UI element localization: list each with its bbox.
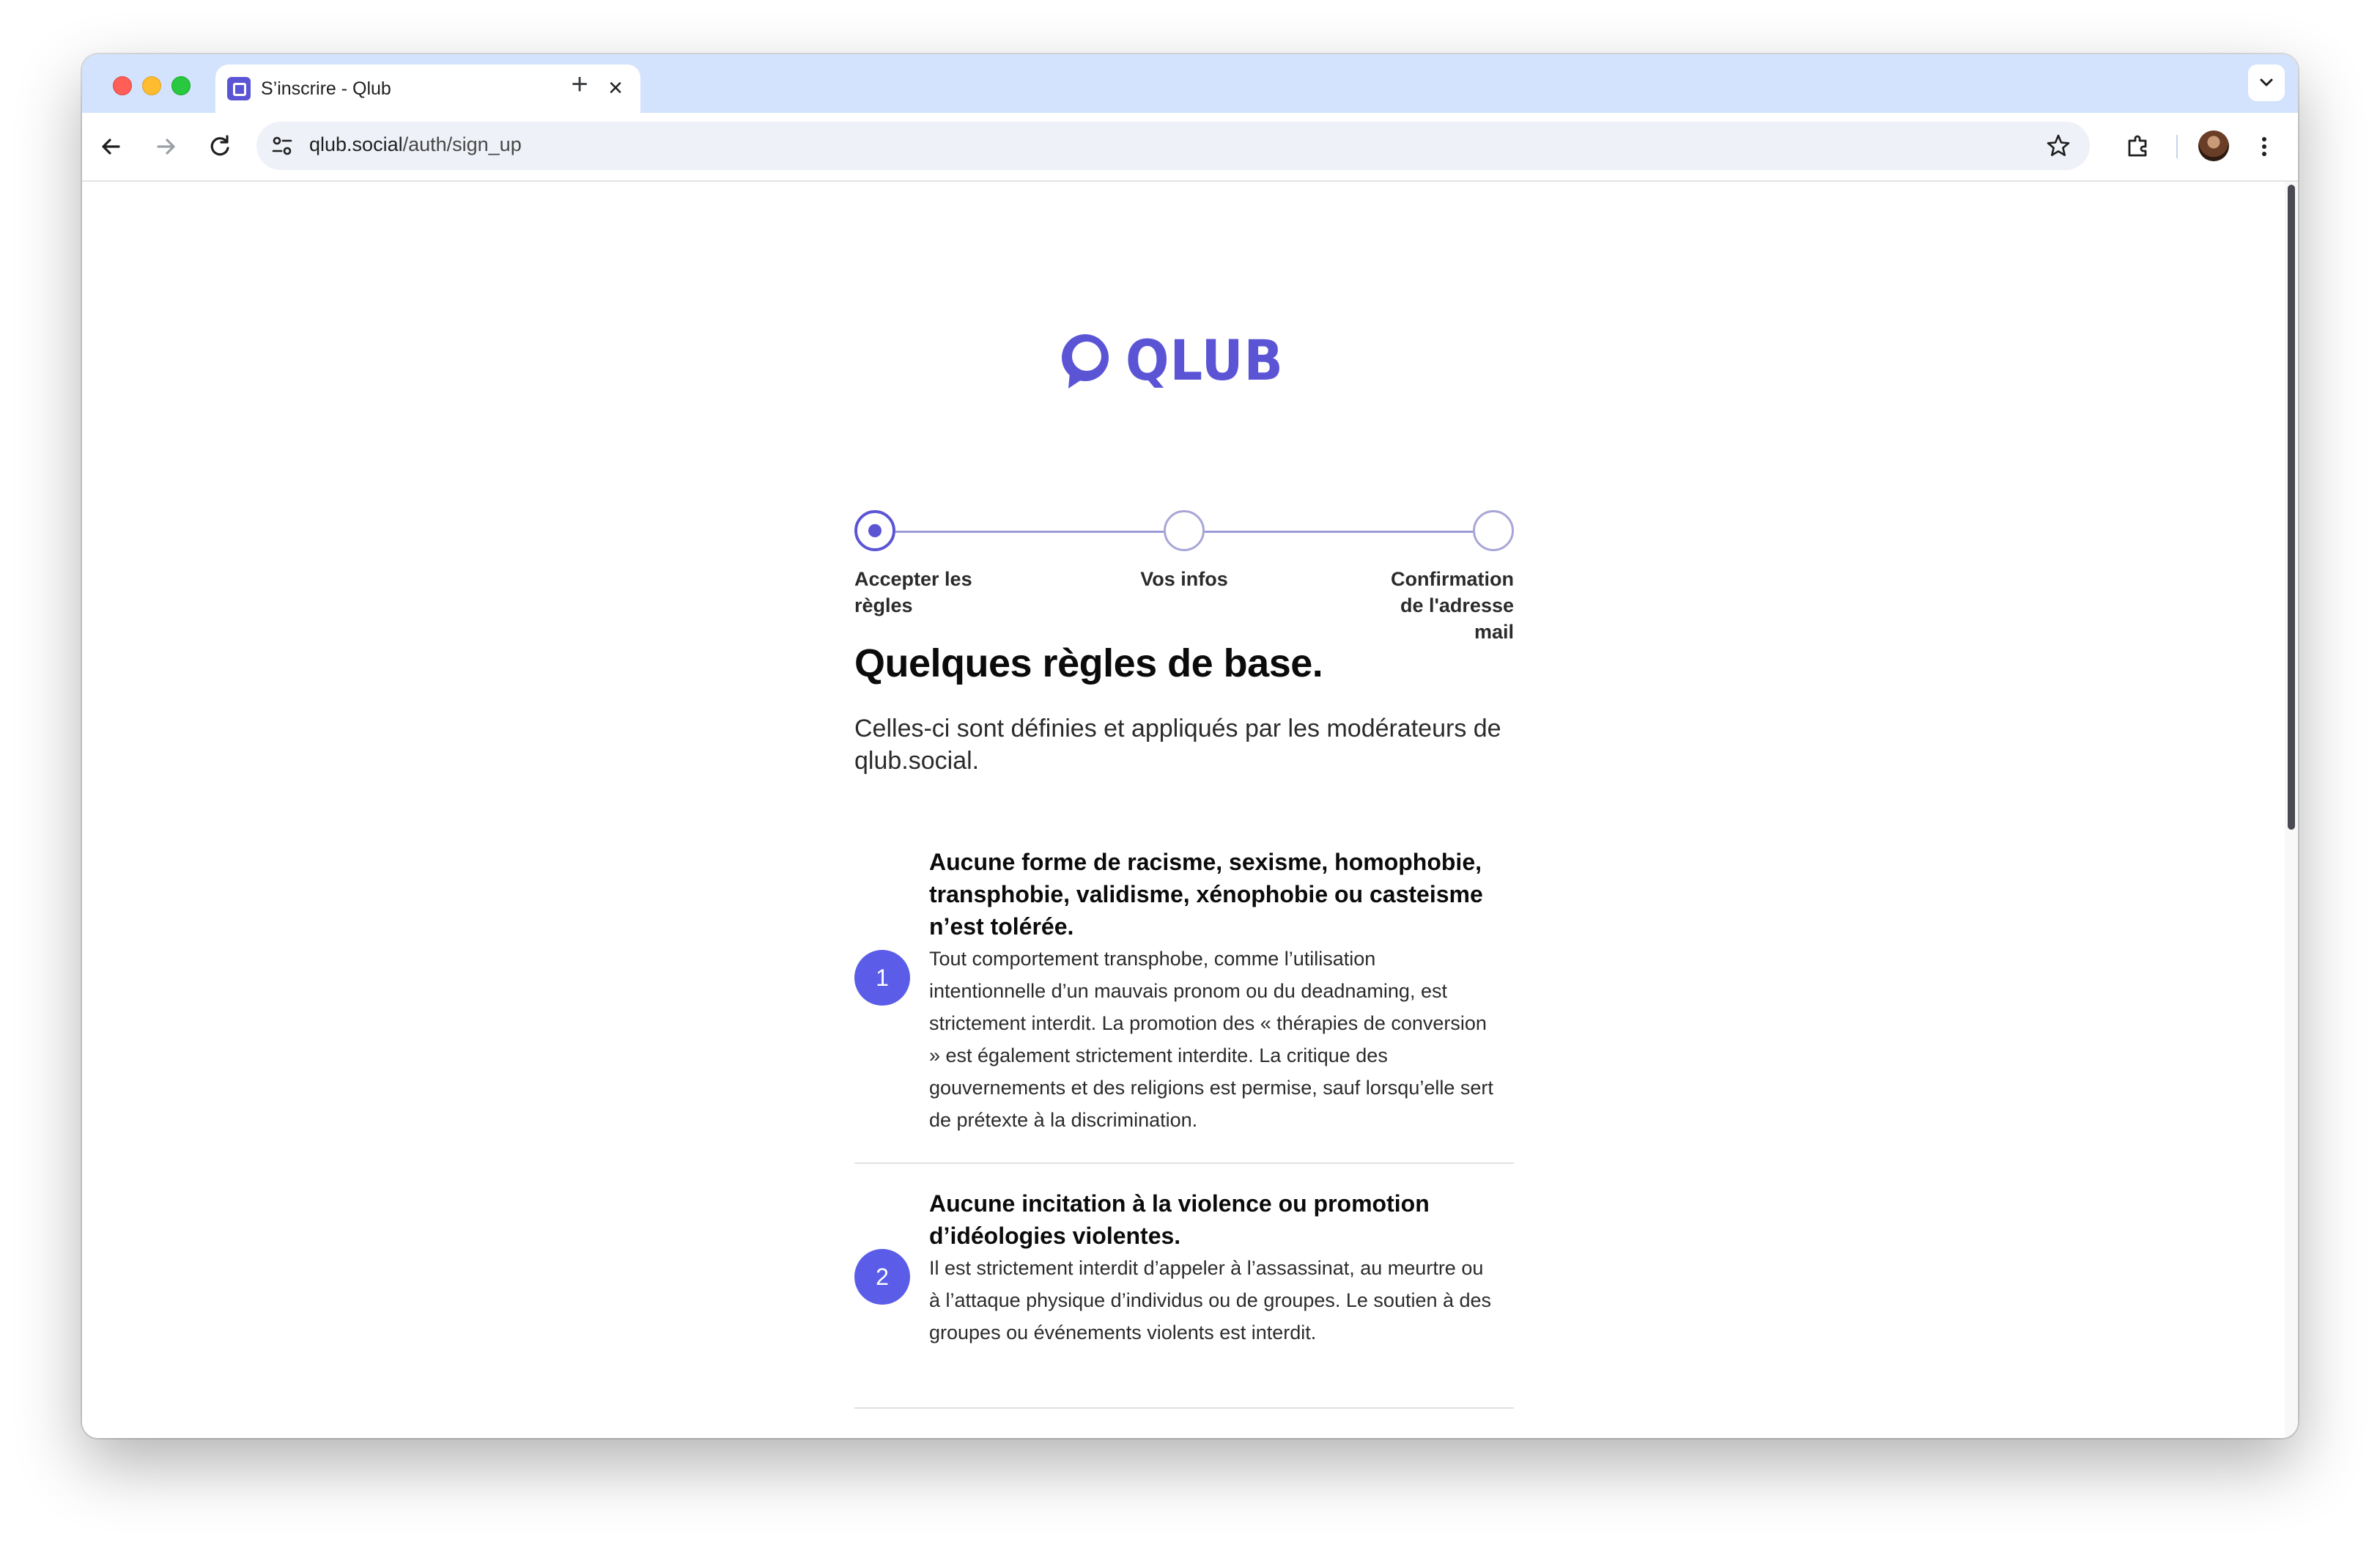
tab-title: S’inscrire - Qlub	[261, 78, 391, 99]
toolbar-divider	[2176, 135, 2178, 158]
step-1-label: Accepter les règles	[854, 568, 972, 616]
step-2-label: Vos infos	[1140, 568, 1228, 590]
stepper-connector	[1205, 531, 1473, 533]
kebab-menu-icon[interactable]	[2248, 130, 2280, 163]
site-settings-icon[interactable]	[267, 130, 298, 161]
back-arrow-icon[interactable]	[95, 130, 128, 163]
forward-arrow-icon[interactable]	[149, 130, 182, 163]
rule-divider	[854, 1162, 1514, 1164]
new-tab-icon[interactable]: +	[566, 70, 594, 99]
minimize-window-button[interactable]	[142, 76, 161, 95]
url-text: qlub.social/auth/sign_up	[309, 133, 522, 156]
close-window-button[interactable]	[113, 76, 132, 95]
step-1-indicator	[854, 510, 895, 551]
tab-close-icon[interactable]: ×	[602, 75, 629, 101]
rule-title: Aucun harcèlement, contournement de bloc…	[929, 1432, 1486, 1438]
rule-number-badge: 2	[854, 1249, 910, 1305]
qlub-favicon-icon	[227, 77, 251, 100]
page-scrollbar[interactable]	[2285, 182, 2298, 1438]
tab-strip: S’inscrire - Qlub × +	[82, 54, 2298, 113]
signup-stepper: Accepter les règles Vos infos Confirmati…	[854, 510, 1514, 657]
browser-toolbar: qlub.social/auth/sign_up	[82, 113, 2298, 182]
profile-avatar[interactable]	[2198, 130, 2229, 161]
reload-icon[interactable]	[204, 130, 236, 163]
logo-wordmark: QLUB	[1126, 328, 1284, 394]
url-path: /auth/sign_up	[402, 133, 522, 155]
rule-number-badge: 1	[854, 950, 910, 1006]
page-content: QLUB Accepter les règles Vos infos Confi…	[82, 182, 2285, 1438]
qlub-logo-mark-icon	[1062, 334, 1109, 388]
qlub-logo[interactable]: QLUB	[1054, 327, 1283, 394]
page-title: Quelques règles de base.	[854, 641, 1323, 685]
rule-description: Tout comportement transphobe, comme l’ut…	[929, 948, 1493, 1131]
intro-text: Celles-ci sont définies et appliqués par…	[854, 715, 1501, 775]
stepper-connector	[895, 531, 1164, 533]
bookmark-star-icon[interactable]	[2043, 130, 2074, 161]
rule-description: Il est strictement interdit d’appeler à …	[929, 1257, 1492, 1344]
rule-title: Aucune incitation à la violence ou promo…	[929, 1190, 1430, 1249]
zoom-window-button[interactable]	[171, 76, 191, 95]
browser-window: S’inscrire - Qlub × + qlub.social/auth/s…	[82, 54, 2298, 1438]
extensions-puzzle-icon[interactable]	[2122, 130, 2154, 163]
tab-search-button[interactable]	[2248, 64, 2285, 101]
rule-divider	[854, 1407, 1514, 1409]
step-3-indicator	[1473, 510, 1514, 551]
scrollbar-thumb[interactable]	[2288, 185, 2295, 830]
step-3-label: Confirmation de l'adresse mail	[1391, 568, 1514, 643]
step-2-indicator	[1164, 510, 1205, 551]
url-host: qlub.social	[309, 133, 403, 155]
address-bar[interactable]: qlub.social/auth/sign_up	[256, 122, 2090, 170]
chevron-down-icon	[2260, 78, 2273, 86]
rule-title: Aucune forme de racisme, sexisme, homoph…	[929, 849, 1483, 940]
